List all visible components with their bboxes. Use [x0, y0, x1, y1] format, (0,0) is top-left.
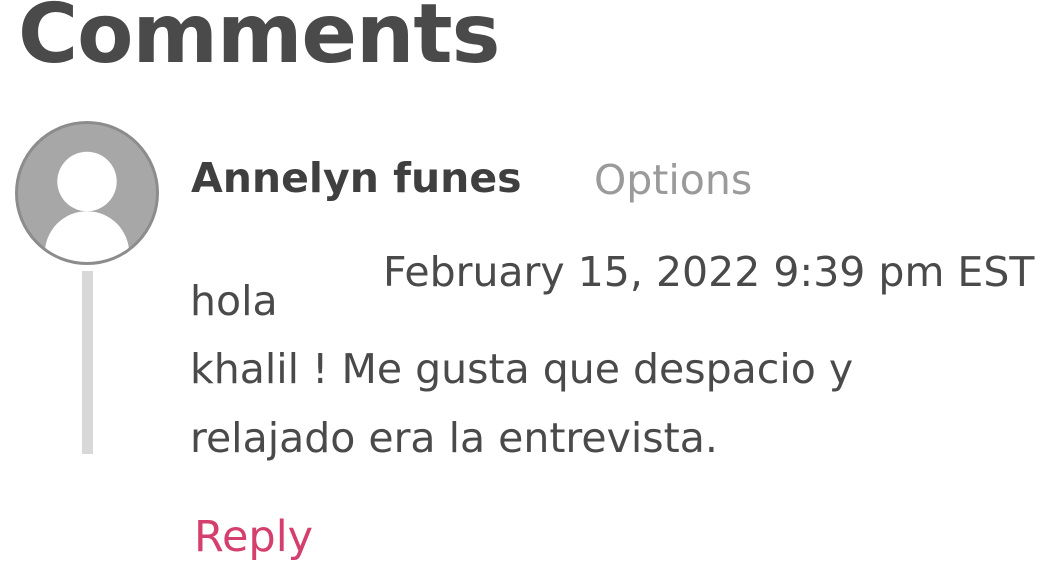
reply-link[interactable]: Reply — [194, 509, 313, 565]
options-button[interactable]: Options — [594, 152, 752, 208]
default-user-avatar-icon — [44, 151, 130, 262]
comment-author[interactable]: Annelyn funes — [191, 150, 522, 206]
avatar — [15, 121, 159, 265]
comment-text-line: hola — [190, 277, 278, 325]
comment-thread-line — [82, 271, 93, 454]
comment-text-line: relajado era la entrevista. — [190, 414, 718, 462]
comment-text-line: khalil ! Me gusta que despacio y — [190, 345, 854, 393]
comment-timestamp[interactable]: February 15, 2022 9:39 pm EST — [383, 244, 1034, 300]
comment: Annelyn funes Options February 15, 2022 … — [0, 0, 1060, 566]
